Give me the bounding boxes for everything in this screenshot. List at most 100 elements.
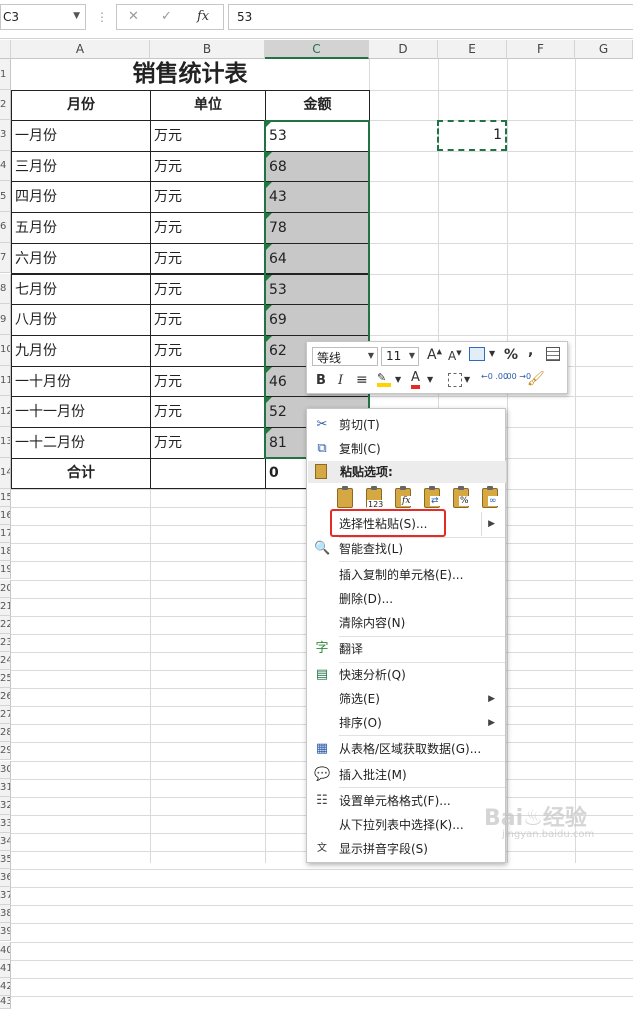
- drag-handle-icon[interactable]: ⋮: [96, 10, 108, 24]
- cell-unit[interactable]: 万元: [150, 181, 266, 214]
- cell-month[interactable]: 五月份: [11, 212, 151, 244]
- formula-input[interactable]: 53: [228, 4, 633, 30]
- row-header[interactable]: 36: [0, 869, 11, 888]
- chevron-down-icon[interactable]: ▼: [427, 375, 433, 384]
- italic-button[interactable]: I: [338, 373, 343, 388]
- row-header[interactable]: 28: [0, 724, 11, 743]
- row-header[interactable]: 30: [0, 760, 11, 779]
- percent-style-button[interactable]: %: [504, 347, 518, 363]
- insert-function-button[interactable]: fx: [197, 9, 209, 24]
- cancel-icon[interactable]: ✕: [128, 9, 139, 24]
- fill-color-icon[interactable]: ✎: [377, 371, 391, 387]
- row-header[interactable]: 25: [0, 670, 11, 689]
- row-header[interactable]: 24: [0, 651, 11, 670]
- row-header[interactable]: 22: [0, 615, 11, 634]
- row-header[interactable]: 14: [0, 457, 11, 489]
- cell-amount[interactable]: 43: [265, 181, 370, 214]
- cell-month[interactable]: 七月份: [11, 273, 151, 306]
- column-header-c[interactable]: C: [265, 40, 369, 59]
- paste-link-button[interactable]: ∞: [480, 486, 502, 512]
- menu-item-quick-analysis[interactable]: ▤ 快速分析(Q): [307, 663, 505, 687]
- row-header[interactable]: 20: [0, 579, 11, 598]
- row-header[interactable]: 41: [0, 959, 11, 978]
- chevron-down-icon[interactable]: ▼: [395, 375, 401, 384]
- menu-item-sort[interactable]: 排序(O) ▶: [307, 711, 505, 735]
- row-header[interactable]: 10: [0, 334, 11, 366]
- row-header[interactable]: 6: [0, 212, 11, 243]
- cell-amount[interactable]: 53: [265, 273, 370, 306]
- menu-item-delete[interactable]: 删除(D)...: [307, 587, 505, 611]
- row-header[interactable]: 39: [0, 923, 11, 942]
- cell-unit[interactable]: 万元: [150, 212, 266, 244]
- row-header[interactable]: 37: [0, 887, 11, 906]
- cell-month[interactable]: 四月份: [11, 181, 151, 214]
- cell-unit[interactable]: 万元: [150, 150, 266, 183]
- confirm-icon[interactable]: ✓: [161, 9, 172, 24]
- chevron-down-icon[interactable]: ▼: [464, 375, 470, 384]
- format-table-icon[interactable]: [546, 347, 560, 361]
- menu-item-phonetic[interactable]: 文 显示拼音字段(S): [307, 837, 505, 861]
- cell-unit[interactable]: 万元: [150, 396, 266, 428]
- menu-item-cut[interactable]: ✂ 剪切(T): [307, 413, 505, 437]
- row-header[interactable]: 33: [0, 814, 11, 833]
- cell-amount[interactable]: 68: [265, 150, 370, 183]
- sheet-title[interactable]: 销售统计表: [11, 59, 369, 90]
- cell-unit[interactable]: 万元: [150, 242, 266, 275]
- menu-item-format-cells[interactable]: ☷ 设置单元格格式(F)...: [307, 789, 505, 813]
- menu-item-insert-copied[interactable]: 插入复制的单元格(E)...: [307, 563, 505, 587]
- row-header[interactable]: 11: [0, 365, 11, 397]
- row-header[interactable]: 8: [0, 273, 11, 305]
- total-label[interactable]: 合计: [11, 458, 151, 489]
- menu-item-clear[interactable]: 清除内容(N): [307, 611, 505, 635]
- cell-unit[interactable]: 万元: [150, 427, 266, 459]
- font-color-button[interactable]: A: [411, 371, 420, 389]
- bold-button[interactable]: B: [316, 373, 326, 388]
- row-header[interactable]: 31: [0, 778, 11, 797]
- column-header-b[interactable]: B: [150, 40, 265, 59]
- row-header[interactable]: 7: [0, 242, 11, 274]
- menu-item-insert-comment[interactable]: 💬 插入批注(M): [307, 763, 505, 787]
- row-header[interactable]: 21: [0, 597, 11, 616]
- cell-month[interactable]: 一十月份: [11, 365, 151, 398]
- row-header[interactable]: 26: [0, 688, 11, 707]
- decrease-font-icon[interactable]: A▼: [448, 349, 462, 363]
- menu-item-copy[interactable]: ⧉ 复制(C): [307, 437, 505, 461]
- row-header[interactable]: 3: [0, 120, 11, 151]
- paste-formatting-button[interactable]: %: [451, 486, 473, 512]
- column-header-a[interactable]: A: [11, 40, 150, 59]
- row-header[interactable]: 18: [0, 543, 11, 562]
- increase-font-icon[interactable]: A▲: [427, 347, 442, 363]
- row-header[interactable]: 29: [0, 742, 11, 761]
- select-all-corner[interactable]: [0, 40, 11, 59]
- cell-amount[interactable]: 78: [265, 212, 370, 244]
- row-header[interactable]: 34: [0, 832, 11, 851]
- cell-month[interactable]: 三月份: [11, 150, 151, 183]
- row-header[interactable]: 38: [0, 905, 11, 924]
- cell-unit[interactable]: 万元: [150, 304, 266, 336]
- cell-unit[interactable]: 万元: [150, 120, 266, 152]
- chevron-down-icon[interactable]: ▼: [73, 11, 80, 21]
- row-header[interactable]: 9: [0, 304, 11, 335]
- menu-item-pick-list[interactable]: 从下拉列表中选择(K)...: [307, 813, 505, 837]
- row-header[interactable]: 5: [0, 181, 11, 213]
- cell-month[interactable]: 八月份: [11, 304, 151, 336]
- cell-month[interactable]: 一十二月份: [11, 427, 151, 459]
- row-header[interactable]: 35: [0, 851, 11, 870]
- row-header[interactable]: 27: [0, 706, 11, 725]
- comma-style-button[interactable]: ,: [528, 343, 533, 359]
- row-header[interactable]: 40: [0, 941, 11, 960]
- header-amount[interactable]: 金额: [265, 90, 370, 121]
- cell-unit[interactable]: 万元: [150, 334, 266, 367]
- row-header[interactable]: 19: [0, 561, 11, 580]
- cell-amount[interactable]: 64: [265, 242, 370, 275]
- row-header[interactable]: 23: [0, 633, 11, 652]
- menu-item-filter[interactable]: 筛选(E) ▶: [307, 687, 505, 711]
- row-header[interactable]: 15: [0, 489, 11, 508]
- column-header-e[interactable]: E: [438, 40, 507, 59]
- menu-item-smart-lookup[interactable]: 🔍 智能查找(L): [307, 537, 505, 561]
- format-painter-icon[interactable]: 🖌: [527, 371, 545, 387]
- cell-amount[interactable]: 69: [265, 304, 370, 336]
- name-box[interactable]: C3 ▼: [0, 4, 86, 30]
- column-header-f[interactable]: F: [507, 40, 575, 59]
- cell-amount[interactable]: 53: [265, 120, 370, 152]
